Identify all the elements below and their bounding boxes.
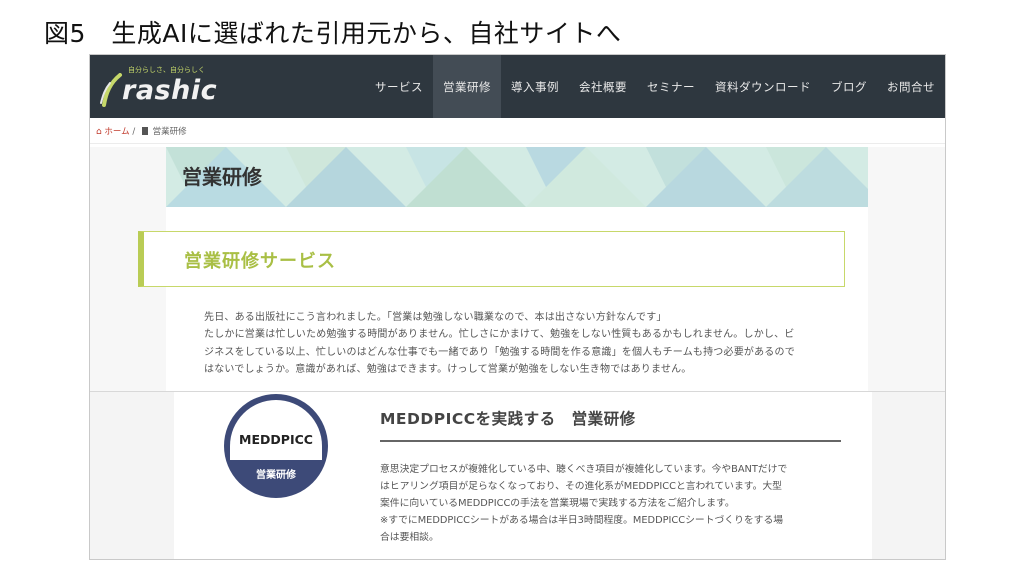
nav-item-sales-training[interactable]: 営業研修 [433, 55, 501, 118]
course-title-underline [380, 440, 841, 442]
meddpicc-badge[interactable]: MEDDPICC 営業研修 [224, 394, 328, 498]
course-description: 意思決定プロセスが複雑化している中、聴くべき項目が複雑化しています。今やBANT… [380, 461, 850, 546]
nav-item-case-studies[interactable]: 導入事例 [501, 55, 569, 118]
logo-text: rashic [122, 75, 218, 106]
intro-line: たしかに営業は忙しいため勉強する時間がありません。忙しさにかまけて、勉強をしない… [204, 329, 795, 341]
nav-item-seminars[interactable]: セミナー [637, 55, 705, 118]
course-title[interactable]: MEDDPICCを実践する 営業研修 [380, 407, 636, 429]
document-icon [141, 127, 148, 135]
intro-paragraph: 先日、ある出版社にこう言われました。「営業は勉強しない職業なので、本は出さない方… [204, 309, 854, 378]
hero-triangle-pattern [166, 147, 868, 207]
breadcrumb-home-link[interactable]: ホーム [104, 127, 129, 137]
course-line: 合は要相談。 [380, 532, 439, 543]
intro-line: 先日、ある出版社にこう言われました。「営業は勉強しない職業なので、本は出さない方… [204, 312, 667, 323]
section-divider [90, 391, 945, 392]
lower-side-margin-right [872, 392, 945, 559]
site-header: 自分らしさ、自分らしく rashic サービス 営業研修 導入事例 会社概要 セ… [90, 55, 945, 118]
nav-item-downloads[interactable]: 資料ダウンロード [705, 55, 821, 118]
intro-line: はないでしょうか。意識があれば、勉強はできます。けっして営業が勉強をしない生き物… [204, 363, 692, 375]
badge-top-panel [230, 400, 322, 460]
breadcrumb: ⌂ ホーム / 営業研修 [96, 125, 187, 137]
lower-side-margin-left [90, 392, 174, 559]
page-side-margin-right [868, 147, 945, 391]
nav-item-company[interactable]: 会社概要 [569, 55, 637, 118]
course-line: 案件に向いているMEDDPICCの手法を営業現場で実践する方法をご紹介します。 [380, 498, 735, 509]
breadcrumb-divider [90, 143, 945, 144]
section-title: 営業研修サービス [184, 251, 336, 272]
section-heading-box: 営業研修サービス [138, 231, 845, 287]
course-line: 意思決定プロセスが複雑化している中、聴くべき項目が複雑化しています。今やBANT… [380, 464, 788, 475]
badge-sublabel: 営業研修 [256, 470, 296, 481]
breadcrumb-current: 営業研修 [152, 127, 187, 137]
home-icon: ⌂ [96, 127, 102, 137]
intro-line: ジネスをしている以上、忙しいのはどんな仕事でも一緒であり「勉強する時間を作る意識… [204, 346, 795, 358]
nav-item-contact[interactable]: お問合せ [877, 55, 945, 118]
breadcrumb-separator: / [132, 127, 136, 137]
nav-item-services[interactable]: サービス [365, 55, 433, 118]
main-nav: サービス 営業研修 導入事例 会社概要 セミナー 資料ダウンロード ブログ お問… [365, 55, 945, 118]
page-hero: 営業研修 [166, 147, 868, 207]
course-line: ※すでにMEDDPICCシートがある場合は半日3時間程度。MEDDPICCシート… [380, 515, 784, 526]
badge-label: MEDDPICC [239, 432, 313, 447]
nav-item-blog[interactable]: ブログ [821, 55, 877, 118]
website-screenshot: 自分らしさ、自分らしく rashic サービス 営業研修 導入事例 会社概要 セ… [89, 54, 946, 560]
site-logo[interactable]: 自分らしさ、自分らしく rashic [98, 63, 218, 111]
course-line: はヒアリング項目が足らなくなっており、その進化系がMEDDPICCと言われていま… [380, 481, 782, 492]
page-title: 営業研修 [182, 165, 262, 189]
logo-mark-icon [100, 73, 122, 107]
logo-tagline: 自分らしさ、自分らしく [128, 66, 205, 74]
slide-title: 図5 生成AIに選ばれた引用元から、自社サイトへ [44, 19, 622, 48]
